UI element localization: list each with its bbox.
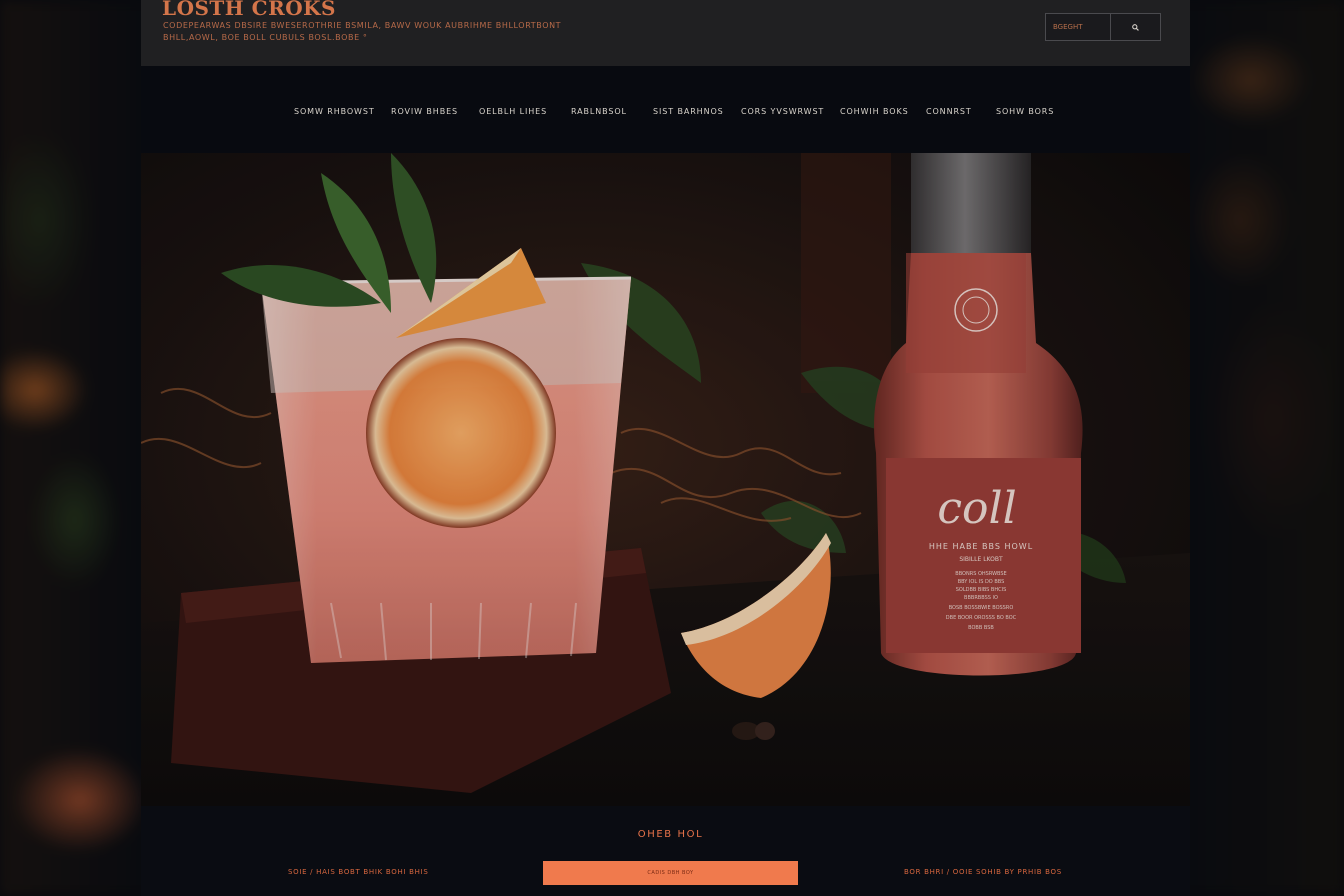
search-box: [1045, 13, 1161, 41]
main-nav: SOMW RHBOWST ROVIW BHBES OELBLH LIHES RA…: [141, 66, 1190, 153]
search-button[interactable]: [1111, 14, 1160, 40]
site-tagline: CODEPEARWAS DBSIRE BWESEROTHRIE BSMILA, …: [163, 21, 562, 42]
nav-item-8[interactable]: CONNRST: [926, 107, 972, 116]
site-logo[interactable]: LOSTH CROKS: [162, 0, 336, 20]
nav-item-1[interactable]: SOMW RHBOWST: [294, 107, 375, 116]
footer-right-text: BOR BHRI / OOIE SOHIB BY PRHIB BOS: [904, 868, 1062, 876]
top-header: LOSTH CROKS CODEPEARWAS DBSIRE BWESEROTH…: [141, 0, 1190, 66]
cta-button[interactable]: CADIS DBH BOY: [543, 861, 798, 885]
hero-image: coll HHE HABE BBS HOWL SIBILLE LKOBT BBO…: [141, 153, 1190, 806]
nav-item-4[interactable]: RABLNBSOL: [571, 107, 627, 116]
page-footer: OHEB HOL SOIE / HAIS BOBT BHIK BOHI BHIS…: [141, 806, 1190, 896]
nav-item-3[interactable]: OELBLH LIHES: [479, 107, 547, 116]
nav-item-7[interactable]: COHWIH BOKS: [840, 107, 909, 116]
site-container: LOSTH CROKS CODEPEARWAS DBSIRE BWESEROTH…: [141, 0, 1190, 896]
nav-item-5[interactable]: SIST BARHNOS: [653, 107, 724, 116]
search-icon: [1132, 23, 1139, 31]
search-input[interactable]: [1046, 14, 1111, 40]
nav-item-6[interactable]: CORS YVSWRWST: [741, 107, 824, 116]
nav-item-2[interactable]: ROVIW BHBES: [391, 107, 458, 116]
footer-left-text: SOIE / HAIS BOBT BHIK BOHI BHIS: [288, 868, 429, 876]
cocktail-photo: coll HHE HABE BBS HOWL SIBILLE LKOBT BBO…: [141, 153, 1190, 806]
nav-item-9[interactable]: SOHW BORS: [996, 107, 1054, 116]
footer-title: OHEB HOL: [637, 829, 704, 840]
